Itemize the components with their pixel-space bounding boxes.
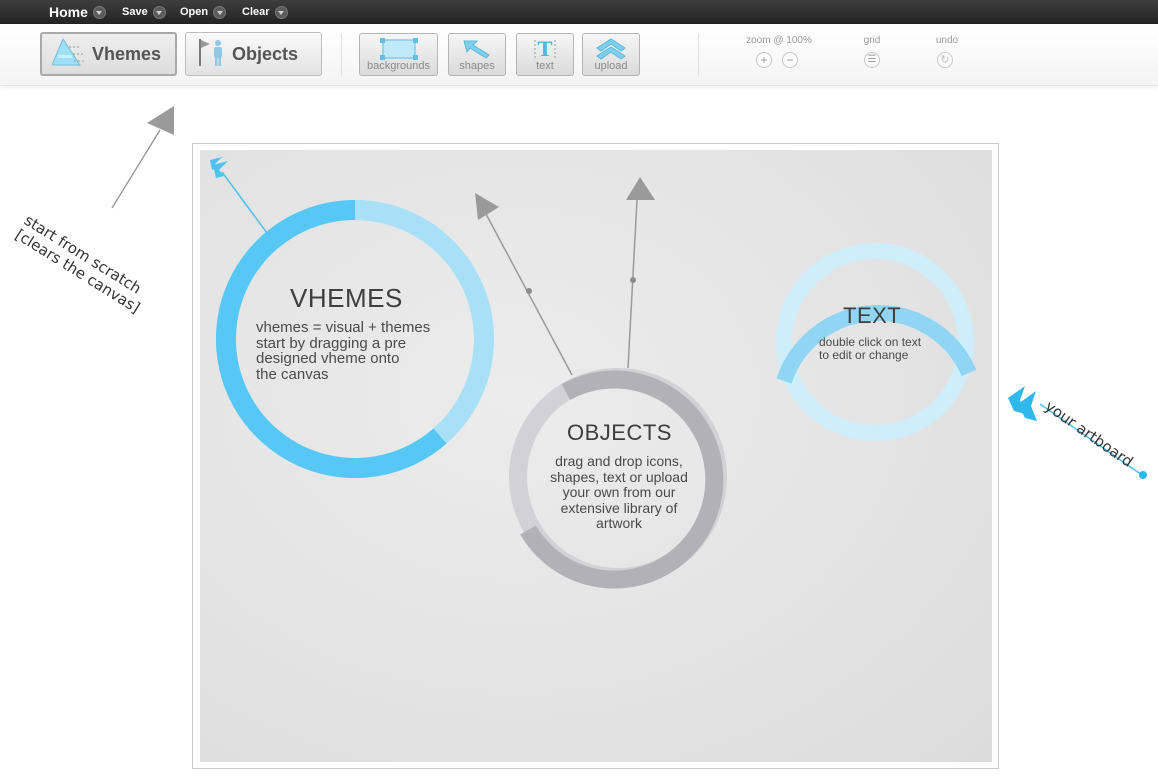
vhemes-line: start by dragging a pre bbox=[256, 334, 407, 352]
text-button[interactable]: T text bbox=[516, 33, 574, 76]
text-tool-icon: T bbox=[517, 38, 573, 60]
vhemes-button-label: Vhemes bbox=[92, 43, 162, 64]
toolbar: Vhemes Objects backgrounds shapes T text… bbox=[0, 24, 1158, 86]
toolbar-divider bbox=[698, 34, 699, 76]
home-menu[interactable]: Home bbox=[49, 0, 106, 24]
background-frame-icon bbox=[360, 38, 437, 60]
objects-line: shapes, text or upload bbox=[550, 468, 688, 485]
double-chevron-icon bbox=[1008, 386, 1037, 421]
objects-button-label: Objects bbox=[232, 43, 299, 64]
vhemes-description[interactable]: vhemes = visual + themes start by draggi… bbox=[256, 320, 476, 382]
text-button-label: text bbox=[536, 60, 554, 72]
flag-person-icon bbox=[196, 37, 226, 72]
your-artboard-annotation: your artboard bbox=[1041, 397, 1137, 471]
undo-button[interactable]: ↻ bbox=[937, 52, 953, 68]
objects-line: your own from our bbox=[562, 484, 676, 500]
clear-menu-label: Clear bbox=[242, 6, 270, 18]
save-dropdown-icon[interactable] bbox=[152, 5, 166, 19]
open-menu[interactable]: Open bbox=[180, 0, 227, 24]
toolbar-divider bbox=[341, 34, 342, 76]
save-menu[interactable]: Save bbox=[122, 0, 166, 24]
open-menu-label: Open bbox=[180, 6, 209, 18]
vhemes-line: vhemes = visual + themes bbox=[256, 319, 431, 336]
arrow-shape-icon bbox=[449, 38, 505, 60]
objects-line: extensive library of bbox=[560, 499, 678, 516]
menubar: Home Save Open Clear bbox=[0, 0, 1158, 24]
backgrounds-button[interactable]: backgrounds bbox=[359, 33, 438, 76]
zoom-out-button[interactable]: − bbox=[782, 52, 798, 68]
objects-title[interactable]: OBJECTS bbox=[567, 420, 672, 446]
open-dropdown-icon[interactable] bbox=[213, 5, 227, 19]
clear-menu[interactable]: Clear bbox=[242, 0, 288, 24]
home-dropdown-icon[interactable] bbox=[92, 5, 106, 19]
text-title[interactable]: TEXT bbox=[843, 303, 901, 329]
shapes-button-label: shapes bbox=[459, 60, 495, 72]
clear-pointer-line bbox=[111, 129, 161, 209]
pyramid-icon bbox=[51, 37, 86, 72]
triangle-arrow-icon bbox=[147, 106, 174, 135]
undo-label: undo bbox=[935, 35, 959, 46]
zoom-label: zoom @ 100% bbox=[746, 35, 812, 46]
objects-button[interactable]: Objects bbox=[185, 32, 322, 76]
start-from-scratch-annotation: start from scratch [clears the canvas] bbox=[12, 211, 152, 317]
svg-text:T: T bbox=[538, 38, 553, 60]
home-menu-label: Home bbox=[49, 4, 88, 20]
upload-button-label: upload bbox=[594, 60, 628, 72]
text-line: to edit or change bbox=[819, 348, 909, 362]
clear-dropdown-icon[interactable] bbox=[274, 5, 288, 19]
save-menu-label: Save bbox=[122, 6, 148, 18]
vhemes-line: the canvas bbox=[256, 365, 329, 383]
grid-toggle-button[interactable]: ☰ bbox=[864, 52, 880, 68]
vhemes-button[interactable]: Vhemes bbox=[40, 32, 177, 76]
objects-line: drag and drop icons, bbox=[555, 453, 683, 469]
vhemes-line: designed vheme onto bbox=[256, 350, 400, 367]
pointer-dot bbox=[1139, 471, 1147, 479]
shapes-button[interactable]: shapes bbox=[448, 33, 506, 76]
upload-chevron-icon bbox=[583, 38, 639, 60]
vhemes-title[interactable]: VHEMES bbox=[290, 283, 403, 314]
objects-description[interactable]: drag and drop icons, shapes, text or upl… bbox=[522, 453, 716, 532]
text-description[interactable]: double click on text to edit or change bbox=[819, 336, 959, 362]
upload-button[interactable]: upload bbox=[582, 33, 640, 76]
zoom-in-button[interactable]: + bbox=[756, 52, 772, 68]
grid-label: grid bbox=[863, 35, 881, 46]
backgrounds-button-label: backgrounds bbox=[367, 60, 430, 72]
objects-line: artwork bbox=[596, 515, 642, 531]
